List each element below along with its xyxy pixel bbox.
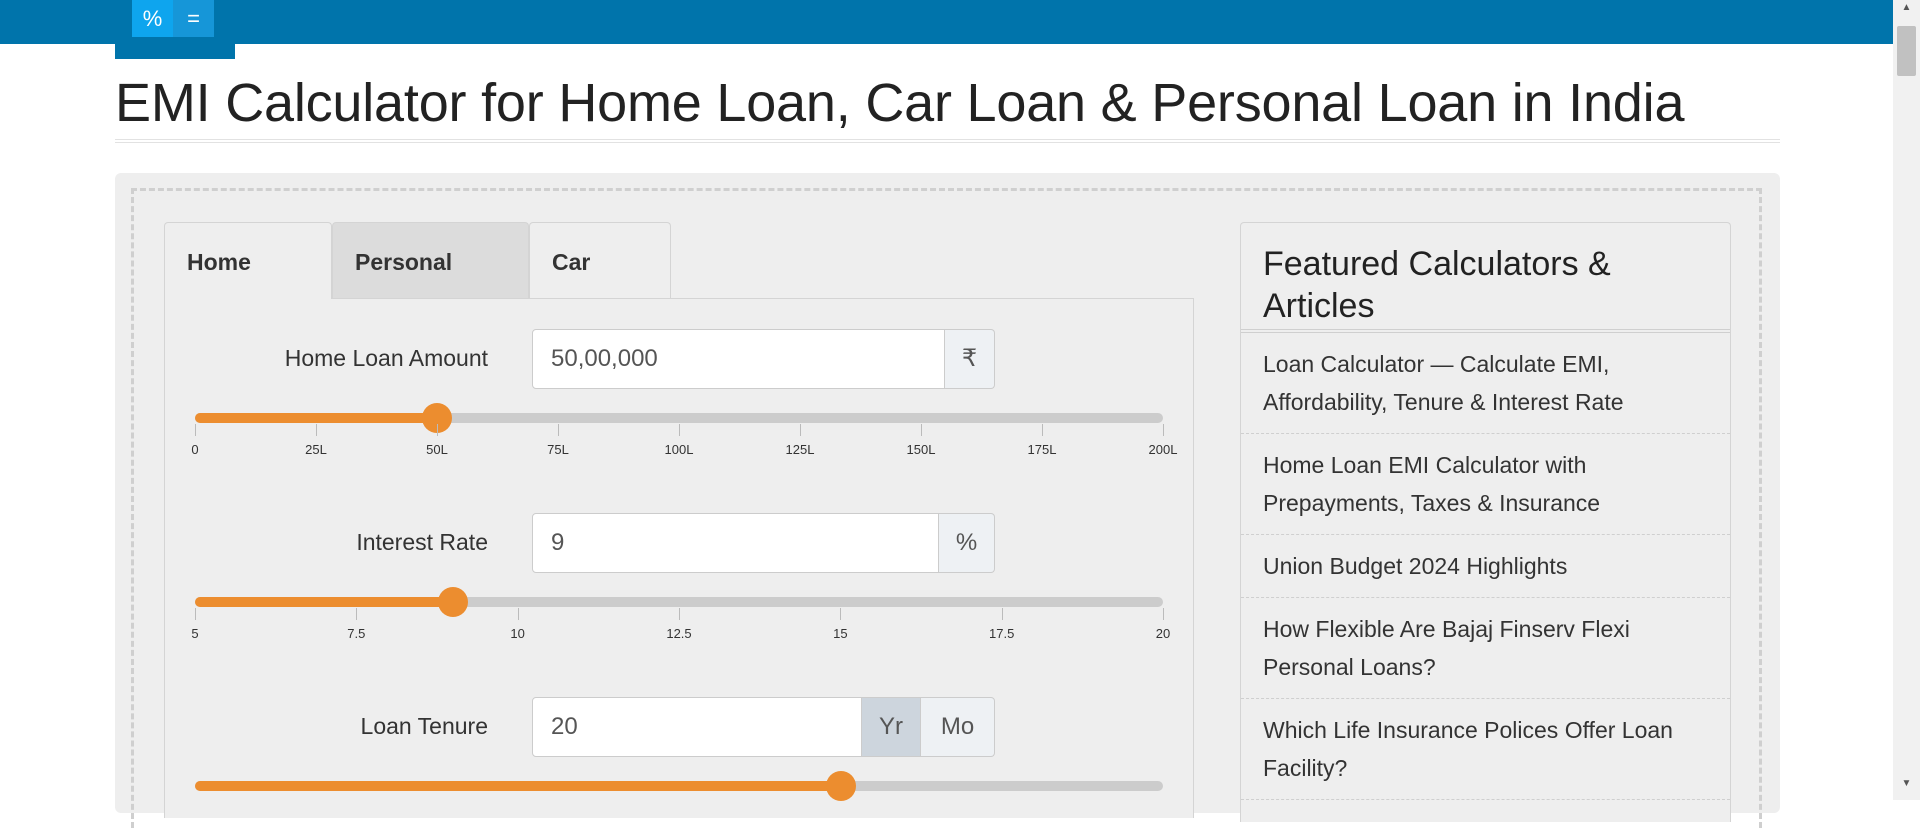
interest-rate-input[interactable]: 9: [532, 513, 939, 573]
scale-tick: [679, 424, 680, 436]
loan-tenure-input[interactable]: 20: [532, 697, 862, 757]
title-divider: [115, 139, 1780, 143]
loan-amount-label: Home Loan Amount: [284, 345, 488, 371]
tenure-years-toggle[interactable]: Yr: [862, 697, 921, 757]
scale-tick-label: 100L: [664, 442, 694, 457]
scale-tick: [517, 608, 519, 620]
scale-tick-label: 7.5: [347, 626, 366, 641]
sidebar-title: Featured Calculators & Articles: [1263, 245, 1611, 325]
scale-tick: [1163, 424, 1164, 436]
loan-type-tabs: Home Loan Personal Loan Car Loan: [164, 222, 671, 353]
scale-tick: [558, 424, 559, 436]
scale-tick-label: 50L: [426, 442, 448, 457]
interest-rate-slider[interactable]: [195, 587, 1163, 617]
featured-list: Loan Calculator — Calculate EMI, Afforda…: [1241, 333, 1730, 800]
interest-rate-scale: 5 7.5 10 12.5 15 17.5 20: [191, 608, 1170, 641]
site-header-bar: [0, 0, 1893, 44]
loan-amount-slider-fill: [195, 413, 437, 423]
loan-amount-scale: 0 25L 50L 75L 100L 125L 150L 175L 200L: [191, 424, 1177, 457]
active-tab-joint: [165, 296, 331, 300]
scale-tick: [356, 608, 358, 620]
interest-rate-slider-fill: [195, 597, 454, 607]
scale-tick-label: 15: [833, 626, 848, 641]
scale-tick: [921, 424, 922, 436]
scale-tick-label: 25L: [305, 442, 327, 457]
tab-personal-loan[interactable]: Personal Loan: [332, 222, 529, 353]
loan-tenure-slider-fill: [195, 781, 841, 791]
scale-tick-label: 150L: [906, 442, 936, 457]
scale-tick: [437, 424, 438, 436]
tenure-months-toggle[interactable]: Mo: [921, 697, 995, 757]
scale-tick: [679, 608, 680, 620]
scale-tick-label: 20: [1155, 626, 1171, 641]
featured-link-life-insurance[interactable]: Which Life Insurance Polices Offer Loan …: [1241, 699, 1730, 800]
site-logo[interactable]: % =: [115, 0, 235, 59]
page-title: EMI Calculator for Home Loan, Car Loan &…: [115, 73, 1685, 133]
loan-amount-group: 50,00,000 ₹: [532, 329, 995, 389]
scale-tick: [195, 424, 196, 436]
scale-tick: [1163, 608, 1164, 620]
loan-tenure-slider-handle[interactable]: [825, 771, 856, 801]
percent-key-icon: %: [132, 0, 173, 37]
scale-tick: [1001, 608, 1003, 620]
scroll-down-arrow-icon[interactable]: ▼: [1893, 778, 1920, 792]
page-scrollbar[interactable]: ▲ ▼: [1893, 0, 1920, 800]
featured-sidebar: Featured Calculators & Articles Loan Cal…: [1240, 222, 1731, 822]
scale-tick-label: 0: [191, 442, 199, 457]
interest-rate-label: Interest Rate: [356, 529, 488, 555]
featured-link-bajaj-flexi[interactable]: How Flexible Are Bajaj Finserv Flexi Per…: [1241, 598, 1730, 699]
rupee-addon: ₹: [945, 329, 995, 389]
featured-link-loan-calculator[interactable]: Loan Calculator — Calculate EMI, Afforda…: [1241, 333, 1730, 434]
loan-tenure-group: 20 Yr Mo: [532, 697, 995, 757]
scale-tick: [195, 608, 196, 620]
interest-rate-group: 9 %: [532, 513, 995, 573]
scale-tick-label: 175L: [1027, 442, 1057, 457]
tab-car-loan[interactable]: Car Loan: [529, 222, 671, 353]
scale-tick: [840, 608, 842, 620]
scale-tick: [1042, 424, 1043, 436]
featured-link-union-budget[interactable]: Union Budget 2024 Highlights: [1241, 535, 1730, 598]
scroll-up-arrow-icon[interactable]: ▲: [1893, 2, 1920, 16]
scale-tick-label: 200L: [1148, 442, 1178, 457]
loan-tenure-label: Loan Tenure: [360, 713, 488, 739]
loan-tenure-slider[interactable]: [195, 771, 1163, 801]
scale-tick-label: 125L: [785, 442, 815, 457]
scale-tick: [800, 424, 801, 436]
scale-tick-label: 17.5: [989, 626, 1015, 641]
featured-link-home-loan-emi[interactable]: Home Loan EMI Calculator with Prepayment…: [1241, 434, 1730, 535]
scrollbar-thumb[interactable]: [1897, 26, 1916, 76]
loan-amount-slider[interactable]: [195, 403, 1163, 433]
loan-amount-input[interactable]: 50,00,000: [532, 329, 945, 389]
percent-addon: %: [939, 513, 995, 573]
scale-tick-label: 12.5: [666, 626, 692, 641]
tab-home-loan[interactable]: Home Loan: [164, 222, 332, 353]
scale-tick-label: 75L: [547, 442, 569, 457]
scale-tick-label: 5: [191, 626, 199, 641]
equals-key-icon: =: [173, 0, 214, 37]
scale-tick-label: 10: [510, 626, 525, 641]
scale-tick: [316, 424, 317, 436]
